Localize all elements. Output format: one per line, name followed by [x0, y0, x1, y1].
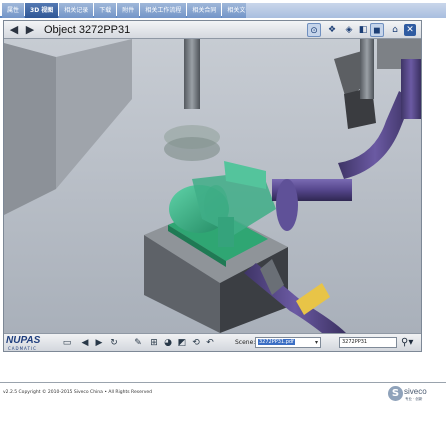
- measure-tool-icon[interactable]: ✎: [132, 337, 144, 349]
- left-arrow-icon[interactable]: ◀: [8, 24, 20, 36]
- siveco-mark-icon: S: [388, 386, 403, 401]
- show-neighbors-icon[interactable]: ❖: [325, 23, 339, 37]
- wireframe-icon[interactable]: ◈: [342, 23, 356, 37]
- scene-label: Scene:: [235, 339, 256, 346]
- chevron-down-icon: ▾: [314, 339, 318, 346]
- undo-icon[interactable]: ↶: [204, 337, 216, 349]
- copyright-text: v2.2.5 Copyright © 2010-2015 Siveco Chin…: [3, 390, 152, 395]
- top-tab-strip: 属性 3D 视图 相关记录 下载 附件 相关工作流程 相关合同 相关文件: [0, 0, 446, 18]
- right-arrow-icon[interactable]: ▶: [24, 24, 36, 36]
- close-icon[interactable]: ✕: [404, 24, 416, 36]
- viewer-bottom-toolbar: NUPAS CADMATIC ▭ ◀ ▶ ↻ ✎ ⊞ ◕ ◩ ⟲ ↶ Scene…: [4, 333, 421, 351]
- tab-1[interactable]: 3D 视图: [25, 3, 59, 18]
- tab-list: 属性 3D 视图 相关记录 下载 附件 相关工作流程 相关合同 相关文件: [2, 3, 257, 18]
- 3d-viewer-panel: ◀ ▶ Object 3272PP31 ⊙ ❖ ◈ ◧ ◼ ⌂ ✕ NUPAS …: [3, 20, 422, 352]
- tab-5[interactable]: 相关工作流程: [140, 3, 187, 18]
- object-title: Object 3272PP31: [44, 24, 131, 36]
- tab-6[interactable]: 相关合同: [187, 3, 222, 18]
- reset-view-icon[interactable]: ⟲: [190, 337, 202, 349]
- discharge-flange: [276, 179, 298, 231]
- 3d-scene-canvas[interactable]: [4, 39, 421, 333]
- siveco-logo: S siveco 专业 · 创新: [388, 386, 444, 408]
- selection-icon[interactable]: ◧: [356, 23, 370, 37]
- left-wall: [4, 43, 56, 215]
- tab-3[interactable]: 下载: [94, 3, 117, 18]
- object-search-input[interactable]: 3272PP31: [339, 337, 397, 348]
- home-icon[interactable]: ⌂: [388, 23, 402, 37]
- palette-icon[interactable]: ◕: [162, 337, 174, 349]
- zoom-mode-icon[interactable]: ⊞: [148, 337, 160, 349]
- vertical-pipe-right: [360, 39, 374, 99]
- scene-select[interactable]: 3272PP31.pdf ▾: [255, 337, 321, 348]
- step-forward-icon[interactable]: ▶: [93, 337, 105, 349]
- vertical-pipe-top: [184, 39, 200, 109]
- isolate-icon[interactable]: ◼: [370, 23, 384, 37]
- nupas-logo: NUPAS CADMATIC: [6, 335, 41, 351]
- rotate-mode-icon[interactable]: ↻: [108, 337, 120, 349]
- viewer-titlebar: ◀ ▶ Object 3272PP31 ⊙ ❖ ◈ ◧ ◼ ⌂ ✕: [4, 21, 421, 39]
- fit-window-icon[interactable]: ▭: [61, 337, 73, 349]
- tab-2[interactable]: 相关记录: [59, 3, 94, 18]
- tab-0[interactable]: 属性: [2, 3, 25, 18]
- vertical-purple-pipe: [401, 59, 421, 119]
- footer-divider: [0, 382, 446, 383]
- view-all-icon[interactable]: ⊙: [307, 23, 321, 37]
- pump-support: [218, 217, 234, 247]
- step-back-icon[interactable]: ◀: [79, 337, 91, 349]
- upper-flange-ring: [164, 137, 220, 161]
- tab-strip-filler: [246, 3, 446, 18]
- tab-4[interactable]: 附件: [117, 3, 140, 18]
- section-icon[interactable]: ◩: [176, 337, 188, 349]
- search-icon[interactable]: ⚲▾: [401, 336, 419, 349]
